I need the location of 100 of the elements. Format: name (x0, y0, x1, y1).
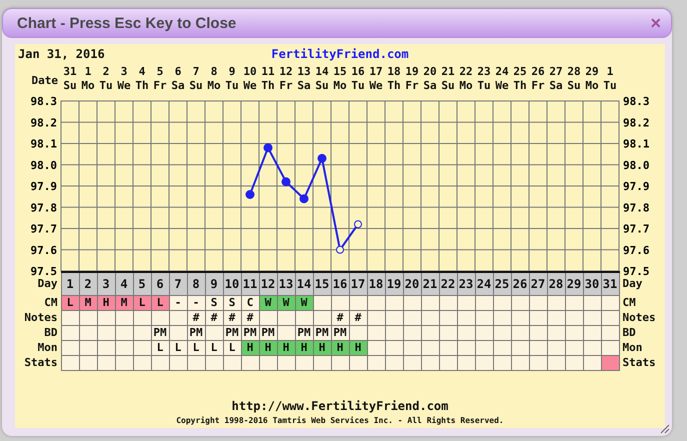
weekday-label: We (495, 79, 509, 93)
axis-label: 98.3 (623, 95, 650, 108)
row-label: Mon (619, 340, 665, 355)
day-cell: 27 (529, 272, 547, 295)
axis-label: 97.9 (623, 180, 650, 193)
date-label: 29 (585, 65, 599, 79)
date-label: 14 (315, 65, 329, 79)
date-label: 1 (84, 65, 92, 79)
row-label: Notes (619, 310, 665, 325)
weekday-label: Su (63, 79, 77, 93)
weekday-label: Su (315, 79, 329, 93)
day-cell: 20 (403, 272, 421, 295)
day-cell: 25 (493, 272, 511, 295)
day-cell: 21 (421, 272, 439, 295)
row-label: CM (15, 295, 61, 310)
day-cell: 26 (511, 272, 529, 295)
day-cell: 3 (97, 272, 115, 295)
day-cell: 6 (151, 272, 169, 295)
day-cell: 11 (241, 272, 259, 295)
date-label: 25 (513, 65, 527, 79)
axis-label: 98.0 (623, 158, 650, 172)
site-url: http://www.FertilityFriend.com (232, 399, 448, 413)
weekday-label: Tu (603, 79, 617, 93)
weekday-label: Tu (351, 79, 365, 93)
weekday-label: Sa (297, 79, 311, 93)
date-label: 13 (297, 65, 311, 79)
day-cell: 8 (187, 272, 205, 295)
row-label: BD (15, 325, 61, 340)
date-label: 24 (495, 65, 509, 79)
day-cell: 30 (583, 272, 601, 295)
day-cell: 22 (439, 272, 457, 295)
day-cell: 2 (79, 272, 97, 295)
axis-label: 97.7 (623, 222, 650, 236)
date-label: 10 (243, 65, 257, 79)
table-cell (61, 310, 79, 325)
date-label: 28 (567, 65, 581, 79)
axis-label: 98.3 (30, 95, 57, 108)
weekday-label: Fr (153, 79, 167, 93)
table-cell (61, 340, 79, 355)
day-cell: 1 (61, 272, 79, 295)
site-link[interactable]: FertilityFriend.com (271, 47, 409, 61)
axis-label: 97.9 (30, 180, 57, 193)
weekday-label: Tu (99, 79, 113, 93)
day-cell: 14 (295, 272, 313, 295)
day-cell: 9 (205, 272, 223, 295)
date-label: 15 (333, 65, 347, 79)
row-label: Stats (15, 355, 61, 370)
weekday-label: Tu (225, 79, 239, 93)
date-label: 21 (441, 65, 455, 79)
day-cell: 31 (601, 272, 619, 295)
day-cell: 5 (133, 272, 151, 295)
row-label: CM (619, 295, 665, 310)
weekday-label: Th (135, 79, 149, 93)
date-label: 22 (459, 65, 473, 79)
day-cell: 16 (331, 272, 349, 295)
weekday-label: Sa (549, 79, 563, 93)
day-cell: 24 (475, 272, 493, 295)
weekday-label: Mo (585, 79, 599, 93)
axis-label: 98.2 (30, 116, 57, 130)
weekday-label: Mo (459, 79, 473, 93)
day-cell: 4 (115, 272, 133, 295)
date-label: 31 (63, 65, 77, 79)
date-label: 11 (261, 65, 275, 79)
weekday-label: Fr (279, 79, 293, 93)
row-label: Stats (619, 355, 665, 370)
weekday-label: We (243, 79, 257, 93)
weekday-label: Sa (171, 79, 185, 93)
weekday-label: Su (567, 79, 581, 93)
axis-label: 98.1 (623, 138, 650, 150)
date-label: 8 (210, 65, 218, 79)
axis-label: 97.8 (623, 201, 650, 214)
date-label: 20 (423, 65, 437, 79)
weekday-label: Sa (423, 79, 437, 93)
day-cell: 18 (367, 272, 385, 295)
row-label: Mon (15, 340, 61, 355)
date-label: 4 (138, 65, 146, 79)
day-cell: 19 (385, 272, 403, 295)
row-label: Date (32, 74, 59, 87)
day-cell: 23 (457, 272, 475, 295)
weekday-label: We (369, 79, 383, 93)
axis-label: 97.8 (30, 201, 57, 214)
row-label: BD (619, 325, 665, 340)
axis-label: 98.1 (30, 138, 57, 150)
axis-label: 98.0 (30, 158, 57, 172)
weekday-label: Th (513, 79, 527, 93)
resize-grip-icon[interactable] (660, 424, 670, 434)
day-cell: 28 (547, 272, 565, 295)
table-cell: L (61, 295, 79, 310)
chart-date: Jan 31, 2016 (17, 47, 105, 61)
date-label: 19 (405, 65, 419, 79)
axis-label: 97.6 (30, 244, 57, 257)
weekday-label: Th (261, 79, 275, 93)
date-label: 23 (477, 65, 491, 79)
table-cell (61, 355, 79, 370)
weekday-label: Mo (333, 79, 347, 93)
weekday-label: Th (387, 79, 401, 93)
day-cell: 13 (277, 272, 295, 295)
axis-label: 97.6 (623, 244, 650, 257)
axis-label: 97.7 (30, 222, 57, 236)
day-cell: 12 (259, 272, 277, 295)
